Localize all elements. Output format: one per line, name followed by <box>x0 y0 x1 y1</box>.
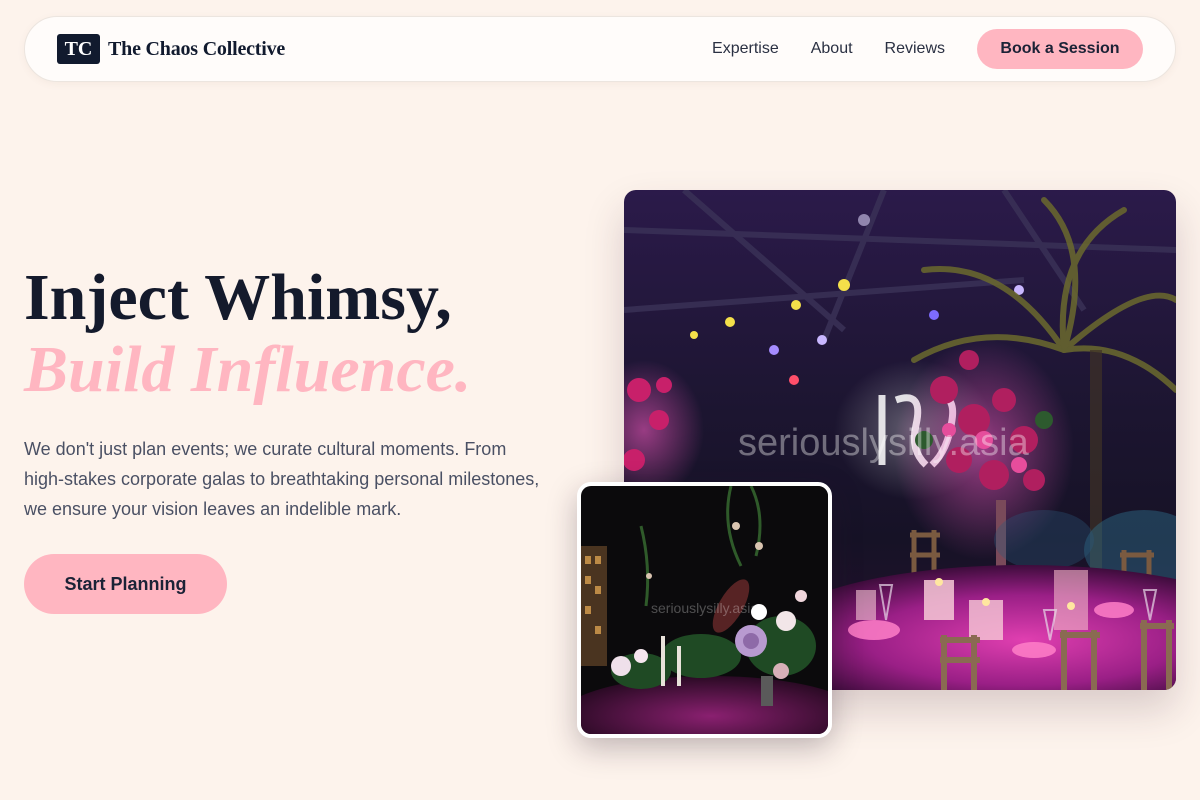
hero-description: We don't just plan events; we curate cul… <box>24 439 540 519</box>
nav-link-reviews[interactable]: Reviews <box>885 40 945 58</box>
hero-headline: Inject Whimsy, Build Influence. <box>24 262 584 406</box>
brand-monogram: TC <box>57 34 100 64</box>
hero-headline-line1: Inject Whimsy, <box>24 261 452 334</box>
top-navbar: TC The Chaos Collective Expertise About … <box>24 16 1176 82</box>
brand-logo[interactable]: TC The Chaos Collective <box>57 34 285 64</box>
nav-link-about[interactable]: About <box>811 40 853 58</box>
brand-name: The Chaos Collective <box>108 37 286 60</box>
nav-link-expertise[interactable]: Expertise <box>712 40 779 58</box>
hero-headline-line2: Build Influence. <box>24 333 472 406</box>
nav-menu: Expertise About Reviews Book a Session <box>712 29 1143 69</box>
floral-illustration <box>581 486 828 734</box>
book-session-button[interactable]: Book a Session <box>977 29 1143 69</box>
floral-table-photo: seriouslysilly.asia <box>577 482 832 738</box>
start-planning-button[interactable]: Start Planning <box>24 554 227 614</box>
